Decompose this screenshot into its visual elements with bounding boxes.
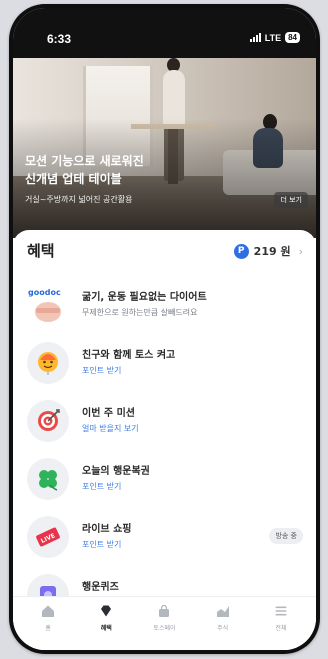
diamond-icon [99, 603, 113, 619]
clover-icon [27, 458, 69, 500]
hero-title: 모션 기능으로 새로워진 신개념 업테 테이블 [25, 154, 144, 186]
tab-home[interactable]: 홈 [23, 603, 73, 650]
on-air-badge: 방송 중 [269, 528, 303, 544]
live-ticket-icon: LIVE [27, 516, 69, 558]
benefit-subtitle: 포인트 받기 [82, 540, 122, 549]
benefits-header: 혜택 P 219 원 › [27, 240, 303, 264]
goodoc-logo-text: goodoc [28, 288, 61, 297]
tab-all[interactable]: 전체 [256, 603, 306, 650]
status-time: 6:33 [47, 32, 72, 46]
status-indicators: LTE 84 [249, 32, 300, 43]
benefit-item-weekly-mission[interactable]: 이번 주 미션 얼마 받을지 보기 [27, 398, 303, 444]
benefit-item-lucky-lottery[interactable]: 오늘의 행운복권 포인트 받기 [27, 456, 303, 502]
tab-stock[interactable]: 주식 [198, 603, 248, 650]
benefit-title: 라이브 쇼핑 [82, 524, 132, 535]
points-value: 219 원 [253, 245, 291, 258]
network-label: LTE [264, 32, 282, 43]
chevron-right-icon: › [298, 244, 303, 258]
benefits-sheet: 혜택 P 219 원 › goodoc 굶기, 운동 필요없는 다이어트 무제한… [13, 230, 316, 650]
hero-subtitle: 거실~주방까지 넓어진 공간활용 [25, 195, 133, 204]
app-screen: 6:33 LTE 84 모션 기능으로 새로워진 신개념 업테 테이블 거실~주… [13, 8, 316, 650]
menu-icon [274, 603, 288, 619]
benefit-title: 행운퀴즈 [82, 582, 119, 593]
benefit-subtitle: 무제한으로 원하는만큼 살빼드려요 [82, 308, 198, 317]
tab-benefits[interactable]: 혜택 [81, 603, 131, 650]
hero-more-button[interactable]: 더 보기 [274, 192, 308, 208]
home-icon [41, 603, 55, 619]
battery-icon: 84 [285, 32, 300, 43]
bottom-tab-bar: 홈 혜택 토스페이 주식 전체 [13, 596, 316, 650]
benefit-subtitle: 포인트 받기 [82, 482, 122, 491]
benefit-title: 굶기, 운동 필요없는 다이어트 [82, 292, 207, 303]
smiley-balloon-icon [27, 342, 69, 384]
signal-icon [249, 33, 261, 42]
status-bar: 6:33 LTE 84 [13, 8, 316, 58]
benefit-title: 이번 주 미션 [82, 408, 135, 419]
phone-frame: 6:33 LTE 84 모션 기능으로 새로워진 신개념 업테 테이블 거실~주… [9, 4, 320, 654]
benefit-title: 오늘의 행운복권 [82, 466, 150, 477]
benefit-item-live-shopping[interactable]: LIVE 라이브 쇼핑 포인트 받기 방송 중 [27, 514, 303, 560]
tab-tosspay[interactable]: 토스페이 [139, 603, 189, 650]
benefit-title: 친구와 함께 토스 켜고 [82, 350, 176, 361]
benefit-subtitle: 포인트 받기 [82, 366, 122, 375]
benefit-item-diet[interactable]: goodoc 굶기, 운동 필요없는 다이어트 무제한으로 원하는만큼 살빼드려… [27, 282, 303, 328]
target-icon [27, 400, 69, 442]
chart-icon [216, 603, 230, 619]
points-icon: P [233, 243, 249, 259]
goodoc-logo-icon: goodoc [27, 284, 69, 326]
benefit-subtitle: 얼마 받을지 보기 [82, 424, 139, 433]
hero-banner[interactable]: 모션 기능으로 새로워진 신개념 업테 테이블 거실~주방까지 넓어진 공간활용… [13, 58, 316, 238]
benefits-title: 혜택 [27, 242, 55, 260]
benefit-item-invite-friend[interactable]: 친구와 함께 토스 켜고 포인트 받기 [27, 340, 303, 386]
bag-icon [157, 603, 171, 619]
points-balance[interactable]: P 219 원 › [233, 243, 303, 259]
